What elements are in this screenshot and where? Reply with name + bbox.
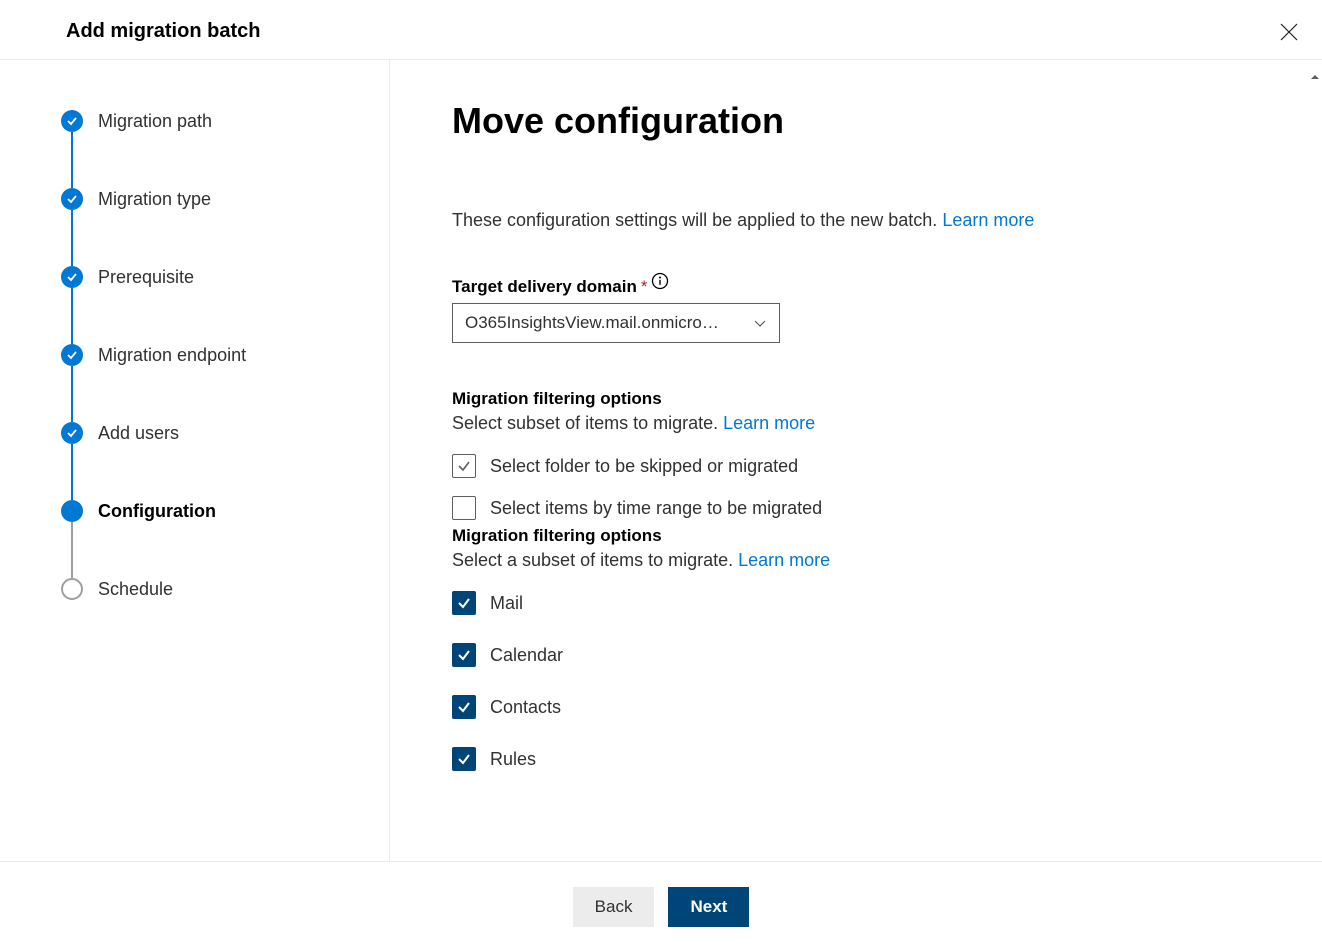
check-circle-icon — [61, 422, 83, 444]
current-step-icon — [61, 500, 83, 522]
step-migration-type[interactable]: Migration type — [60, 188, 369, 266]
step-add-users[interactable]: Add users — [60, 422, 369, 500]
checkbox-label: Mail — [490, 593, 523, 614]
intro-text: These configuration settings will be app… — [452, 210, 1262, 231]
step-label: Migration endpoint — [98, 344, 246, 366]
step-migration-path[interactable]: Migration path — [60, 110, 369, 188]
intro-text-span: These configuration settings will be app… — [452, 210, 942, 230]
step-schedule[interactable]: Schedule — [60, 578, 369, 600]
step-label: Add users — [98, 422, 179, 444]
step-label: Configuration — [98, 500, 216, 522]
dropdown-selected-value: O365InsightsView.mail.onmicro… — [465, 313, 745, 333]
checkbox-calendar[interactable] — [452, 643, 476, 667]
next-button[interactable]: Next — [668, 887, 749, 927]
check-icon — [457, 752, 471, 766]
required-asterisk: * — [641, 277, 648, 297]
learn-more-link[interactable]: Learn more — [723, 413, 815, 433]
checkbox-label: Rules — [490, 749, 536, 770]
learn-more-link[interactable]: Learn more — [942, 210, 1034, 230]
step-label: Migration type — [98, 188, 211, 210]
checkbox-folder-filter[interactable] — [452, 454, 476, 478]
close-icon — [1280, 23, 1298, 41]
checkbox-label: Select items by time range to be migrate… — [490, 498, 822, 519]
check-circle-icon — [61, 188, 83, 210]
filter-section-subtitle-2: Select a subset of items to migrate. Lea… — [452, 550, 1262, 571]
check-icon — [457, 459, 471, 473]
target-domain-dropdown[interactable]: O365InsightsView.mail.onmicro… — [452, 303, 780, 343]
check-circle-icon — [61, 266, 83, 288]
filter-sub-text: Select a subset of items to migrate. — [452, 550, 738, 570]
step-label: Migration path — [98, 110, 212, 132]
back-button[interactable]: Back — [573, 887, 655, 927]
check-circle-icon — [61, 344, 83, 366]
checkbox-row-folder: Select folder to be skipped or migrated — [452, 454, 1262, 478]
filter-section-subtitle: Select subset of items to migrate. Learn… — [452, 413, 1262, 434]
info-icon[interactable] — [651, 272, 669, 290]
checkbox-row-calendar: Calendar — [452, 643, 1262, 667]
header: Add migration batch — [0, 0, 1322, 60]
main-content: Move configuration These configuration s… — [390, 60, 1322, 863]
close-button[interactable] — [1278, 21, 1300, 43]
step-label: Prerequisite — [98, 266, 194, 288]
footer: Back Next — [0, 861, 1322, 951]
scroll-up-icon[interactable] — [1308, 70, 1322, 84]
learn-more-link[interactable]: Learn more — [738, 550, 830, 570]
filter-sub-text: Select subset of items to migrate. — [452, 413, 723, 433]
checkbox-mail[interactable] — [452, 591, 476, 615]
step-prerequisite[interactable]: Prerequisite — [60, 266, 369, 344]
checkbox-row-rules: Rules — [452, 747, 1262, 771]
check-icon — [457, 648, 471, 662]
upcoming-step-icon — [61, 578, 83, 600]
step-label: Schedule — [98, 578, 173, 600]
filter-section-title-2: Migration filtering options — [452, 526, 1262, 546]
checkbox-label: Select folder to be skipped or migrated — [490, 456, 798, 477]
check-icon — [457, 596, 471, 610]
checkbox-rules[interactable] — [452, 747, 476, 771]
step-configuration[interactable]: Configuration — [60, 500, 369, 578]
step-migration-endpoint[interactable]: Migration endpoint — [60, 344, 369, 422]
checkbox-contacts[interactable] — [452, 695, 476, 719]
filter-section-title: Migration filtering options — [452, 389, 1262, 409]
chevron-down-icon — [753, 316, 767, 330]
check-icon — [457, 700, 471, 714]
wizard-steps-sidebar: Migration path Migration type Prerequisi… — [0, 60, 390, 863]
page-title: Move configuration — [452, 100, 1262, 142]
checkbox-label: Contacts — [490, 697, 561, 718]
checkbox-row-mail: Mail — [452, 591, 1262, 615]
target-domain-label: Target delivery domain * — [452, 277, 1262, 297]
page-header-title: Add migration batch — [66, 20, 260, 43]
checkbox-row-time: Select items by time range to be migrate… — [452, 496, 1262, 520]
check-circle-icon — [61, 110, 83, 132]
checkbox-time-filter[interactable] — [452, 496, 476, 520]
target-domain-label-text: Target delivery domain — [452, 277, 637, 297]
checkbox-label: Calendar — [490, 645, 563, 666]
checkbox-row-contacts: Contacts — [452, 695, 1262, 719]
